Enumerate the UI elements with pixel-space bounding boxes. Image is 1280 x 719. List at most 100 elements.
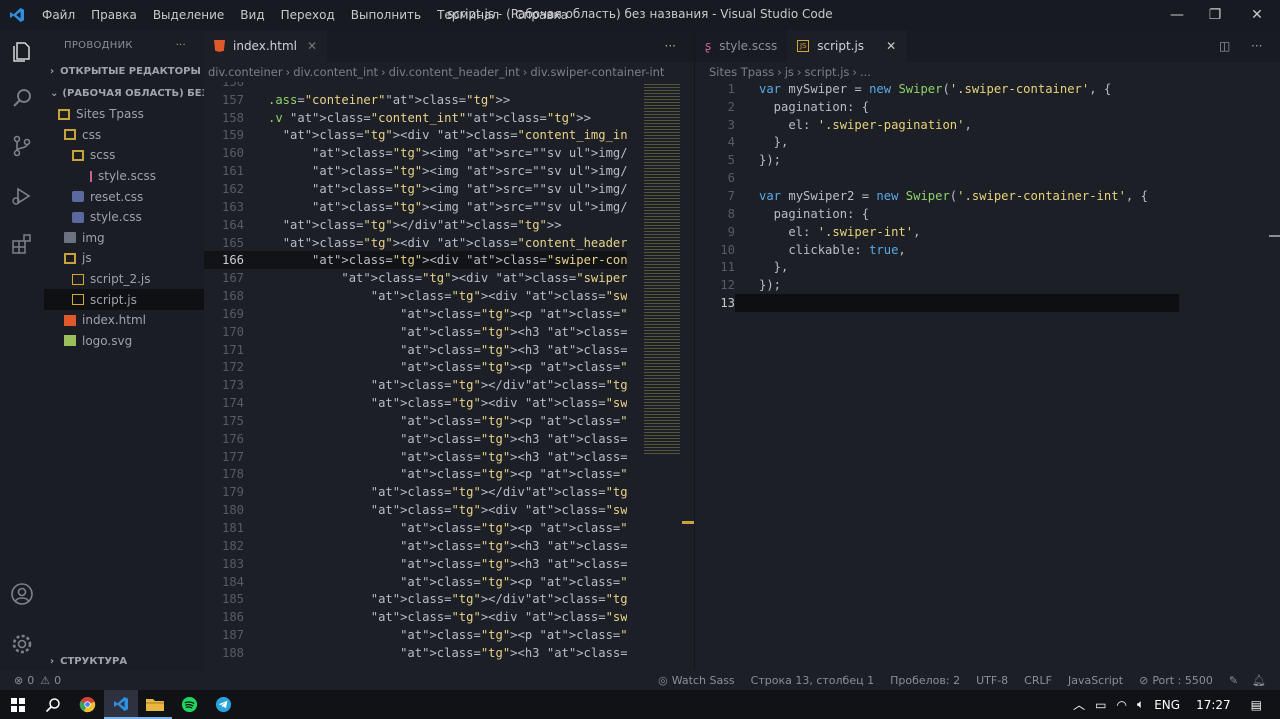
tree-item[interactable]: script.js [44,289,204,310]
code-line[interactable]: 157 .ass="conteiner""at">class="tg">> [204,91,627,109]
code-line[interactable]: 4 }, [695,134,1265,152]
telegram-icon[interactable] [206,690,240,719]
code-line[interactable]: 162 "at">class="tg"><img "at">src=""sv u… [204,180,627,198]
breadcrumb-item[interactable]: script.js [805,65,850,79]
code-line[interactable]: 3 el: '.swiper-pagination', [695,116,1265,134]
code-line[interactable]: 2 pagination: { [695,98,1265,116]
breadcrumb-item[interactable]: div.content_header_int [389,65,520,79]
breadcrumb-item[interactable]: div.content_int [293,65,378,79]
breadcrumb-item[interactable]: div.swiper-container-int [530,65,664,79]
run-debug-icon[interactable] [10,184,34,208]
file-explorer-icon[interactable] [138,690,172,719]
code-line[interactable]: 186 "at">class="tg"><div "at">class="swi… [204,608,627,626]
source-control-icon[interactable] [10,134,34,158]
tree-item[interactable]: index.html [44,310,204,331]
code-line[interactable]: 177 "at">class="tg"><h3 "at">class="cont… [204,448,627,466]
code-line[interactable]: 178 "at">class="tg"><p "at">class="conte… [204,466,627,484]
breadcrumb-item[interactable]: js [785,65,794,79]
code-line[interactable]: 158 .v "at">class="content_int""at">class… [204,109,627,127]
code-line[interactable]: 188 "at">class="tg"><h3 "at">class="cont… [204,644,627,662]
code-line[interactable]: 180 "at">class="tg"><div "at">class="swi… [204,501,627,519]
more-actions-icon[interactable]: ··· [176,40,186,51]
code-line[interactable]: 187 "at">class="tg"><p "at">class="conte… [204,626,627,644]
tree-item[interactable]: style.scss [44,166,204,187]
menu-item[interactable]: Терминал [429,8,507,22]
warnings-icon[interactable]: ⚠ [40,674,50,687]
code-line[interactable]: 182 "at">class="tg"><h3 "at">class="cont… [204,537,627,555]
network-icon[interactable]: ▭ [1095,698,1106,712]
indentation[interactable]: Пробелов: 2 [890,674,960,687]
code-line[interactable]: 13 [695,294,1265,312]
menu-item[interactable]: Файл [34,8,83,22]
warnings-count[interactable]: 0 [54,674,61,687]
code-line[interactable]: 8 pagination: { [695,205,1265,223]
tree-item[interactable]: logo.svg [44,331,204,352]
code-line[interactable]: 167 "at">class="tg"><div "at">class="swi… [204,269,627,287]
code-line[interactable]: 161 "at">class="tg"><img "at">src=""sv u… [204,162,627,180]
code-line[interactable]: 12}); [695,276,1265,294]
encoding[interactable]: UTF-8 [976,674,1008,687]
menu-item[interactable]: Справка [507,8,576,22]
tree-item[interactable]: style.css [44,207,204,228]
explorer-icon[interactable] [10,40,34,64]
clock[interactable]: 17:27 [1196,698,1231,712]
extensions-icon[interactable] [10,232,34,256]
code-line[interactable]: 156 [204,82,627,91]
code-line[interactable]: 6 [695,169,1265,187]
code-line[interactable]: 164 "at">class="tg"></div"at">class="tg"… [204,216,627,234]
spotify-icon[interactable] [172,690,206,719]
outline-section[interactable]: › СТРУКТУРА [44,650,204,672]
code-line[interactable]: 184 "at">class="tg"><p "at">class="conte… [204,573,627,591]
menu-item[interactable]: Выполнить [343,8,429,22]
code-line[interactable]: 163 "at">class="tg"><img "at">src=""sv u… [204,198,627,216]
tree-item[interactable]: Sites Tpass [44,104,204,125]
language-indicator[interactable]: ENG [1154,698,1180,712]
close-tab-icon[interactable]: ✕ [307,39,317,53]
split-editor-icon[interactable]: ◫ [1219,39,1230,53]
code-line[interactable]: 7 var mySwiper2 = new Swiper('.swiper-con… [695,187,1265,205]
minimize-icon[interactable]: — [1158,0,1196,30]
breadcrumb-item[interactable]: ... [860,65,871,79]
live-server-port[interactable]: Port : 5500 [1152,674,1213,687]
code-area[interactable]: 156157.ass="conteiner""at">class="tg">>1… [204,82,627,662]
account-icon[interactable] [10,582,34,606]
show-hidden-icons-icon[interactable]: ︿ [1073,696,1085,713]
code-line[interactable]: 179 "at">class="tg"></div"at">class="tg"… [204,483,627,501]
search-icon[interactable] [36,690,70,719]
tab-script-js[interactable]: JS script.js ✕ [787,30,907,62]
line-ending[interactable]: CRLF [1024,674,1052,687]
code-line[interactable]: 175 "at">class="tg"><p "at">class="conte… [204,412,627,430]
notifications-icon[interactable]: 🔔︎ [1252,674,1266,687]
settings-gear-icon[interactable] [10,632,34,656]
code-line[interactable]: 176 "at">class="tg"><h3 "at">class="cont… [204,430,627,448]
code-line[interactable]: 168 "at">class="tg"><div "at">class="swi… [204,287,627,305]
code-line[interactable]: 185 "at">class="tg"></div"at">class="tg"… [204,590,627,608]
windows-start-icon[interactable] [0,690,36,719]
errors-icon[interactable]: ⊗ [14,674,23,687]
code-line[interactable]: 9 el: '.swiper-int', [695,223,1265,241]
errors-count[interactable]: 0 [27,674,34,687]
code-line[interactable]: 181 "at">class="tg"><p "at">class="conte… [204,519,627,537]
wifi-icon[interactable]: ◠ [1117,698,1127,712]
tree-item[interactable]: scss [44,145,204,166]
close-window-icon[interactable]: ✕ [1238,0,1276,30]
code-line[interactable]: 165 "at">class="tg"><div "at">class="con… [204,234,627,252]
menu-item[interactable]: Вид [232,8,272,22]
more-actions-icon[interactable]: ··· [665,39,676,53]
vscode-taskbar-icon[interactable] [104,690,138,719]
tree-item[interactable]: script_2.js [44,269,204,290]
workspace-section[interactable]: ⌄(РАБОЧАЯ ОБЛАСТЬ) БЕЗ ... [44,82,204,104]
code-line[interactable]: 173 "at">class="tg"></div"at">class="tg"… [204,376,627,394]
menu-item[interactable]: Правка [83,8,145,22]
tree-item[interactable]: reset.css [44,186,204,207]
code-line[interactable]: 171 "at">class="tg"><h3 "at">class="cont… [204,341,627,359]
menu-item[interactable]: Выделение [145,8,232,22]
volume-icon[interactable]: 🔈︎ [1137,697,1144,712]
code-line[interactable]: 5}); [695,151,1265,169]
breadcrumb-item[interactable]: Sites Tpass [709,65,774,79]
code-line[interactable]: 169 "at">class="tg"><p "at">class="conte… [204,305,627,323]
code-line[interactable]: 10 clickable: true, [695,241,1265,259]
code-line[interactable]: 11 }, [695,258,1265,276]
code-line[interactable]: 174 "at">class="tg"><div "at">class="swi… [204,394,627,412]
tree-item[interactable]: img [44,228,204,249]
